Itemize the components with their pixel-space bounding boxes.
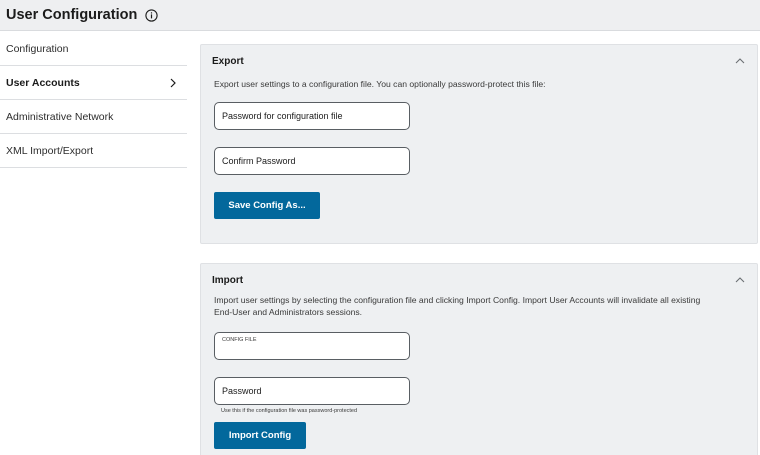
export-description: Export user settings to a configuration …: [214, 79, 546, 89]
chevron-up-icon[interactable]: [734, 56, 746, 66]
sidebar-item-label: Configuration: [6, 42, 69, 55]
sidebar: Configuration User Accounts Administrati…: [0, 32, 187, 455]
info-icon[interactable]: [145, 8, 158, 22]
chevron-up-icon[interactable]: [734, 275, 746, 285]
sidebar-item-label: User Accounts: [6, 76, 80, 89]
chevron-right-icon: [167, 77, 179, 89]
page-header: User Configuration: [0, 0, 760, 31]
page-title: User Configuration: [6, 7, 138, 23]
import-card: Import Import user settings by selecting…: [200, 263, 758, 455]
export-card: Export Export user settings to a configu…: [200, 44, 758, 244]
sidebar-item-xml-import-export[interactable]: XML Import/Export: [0, 134, 187, 168]
sidebar-item-label: Administrative Network: [6, 110, 114, 123]
import-password-field[interactable]: Password: [214, 377, 410, 405]
import-description: Import user settings by selecting the co…: [214, 295, 701, 317]
config-file-field[interactable]: CONFIG FILE: [214, 332, 410, 360]
main-content: Export Export user settings to a configu…: [187, 32, 760, 455]
sidebar-item-label: XML Import/Export: [6, 144, 94, 157]
export-title: Export: [212, 56, 244, 67]
sidebar-item-administrative-network[interactable]: Administrative Network: [0, 100, 187, 134]
password-hint: Use this if the configuration file was p…: [221, 408, 358, 414]
import-title: Import: [212, 275, 244, 286]
sidebar-item-configuration[interactable]: Configuration: [0, 32, 187, 66]
export-password-field[interactable]: Password for configuration file: [214, 102, 410, 130]
save-config-button[interactable]: Save Config As...: [214, 192, 320, 219]
import-config-button[interactable]: Import Config: [214, 422, 306, 449]
sidebar-item-user-accounts[interactable]: User Accounts: [0, 66, 187, 100]
export-confirm-password-field[interactable]: Confirm Password: [214, 147, 410, 175]
